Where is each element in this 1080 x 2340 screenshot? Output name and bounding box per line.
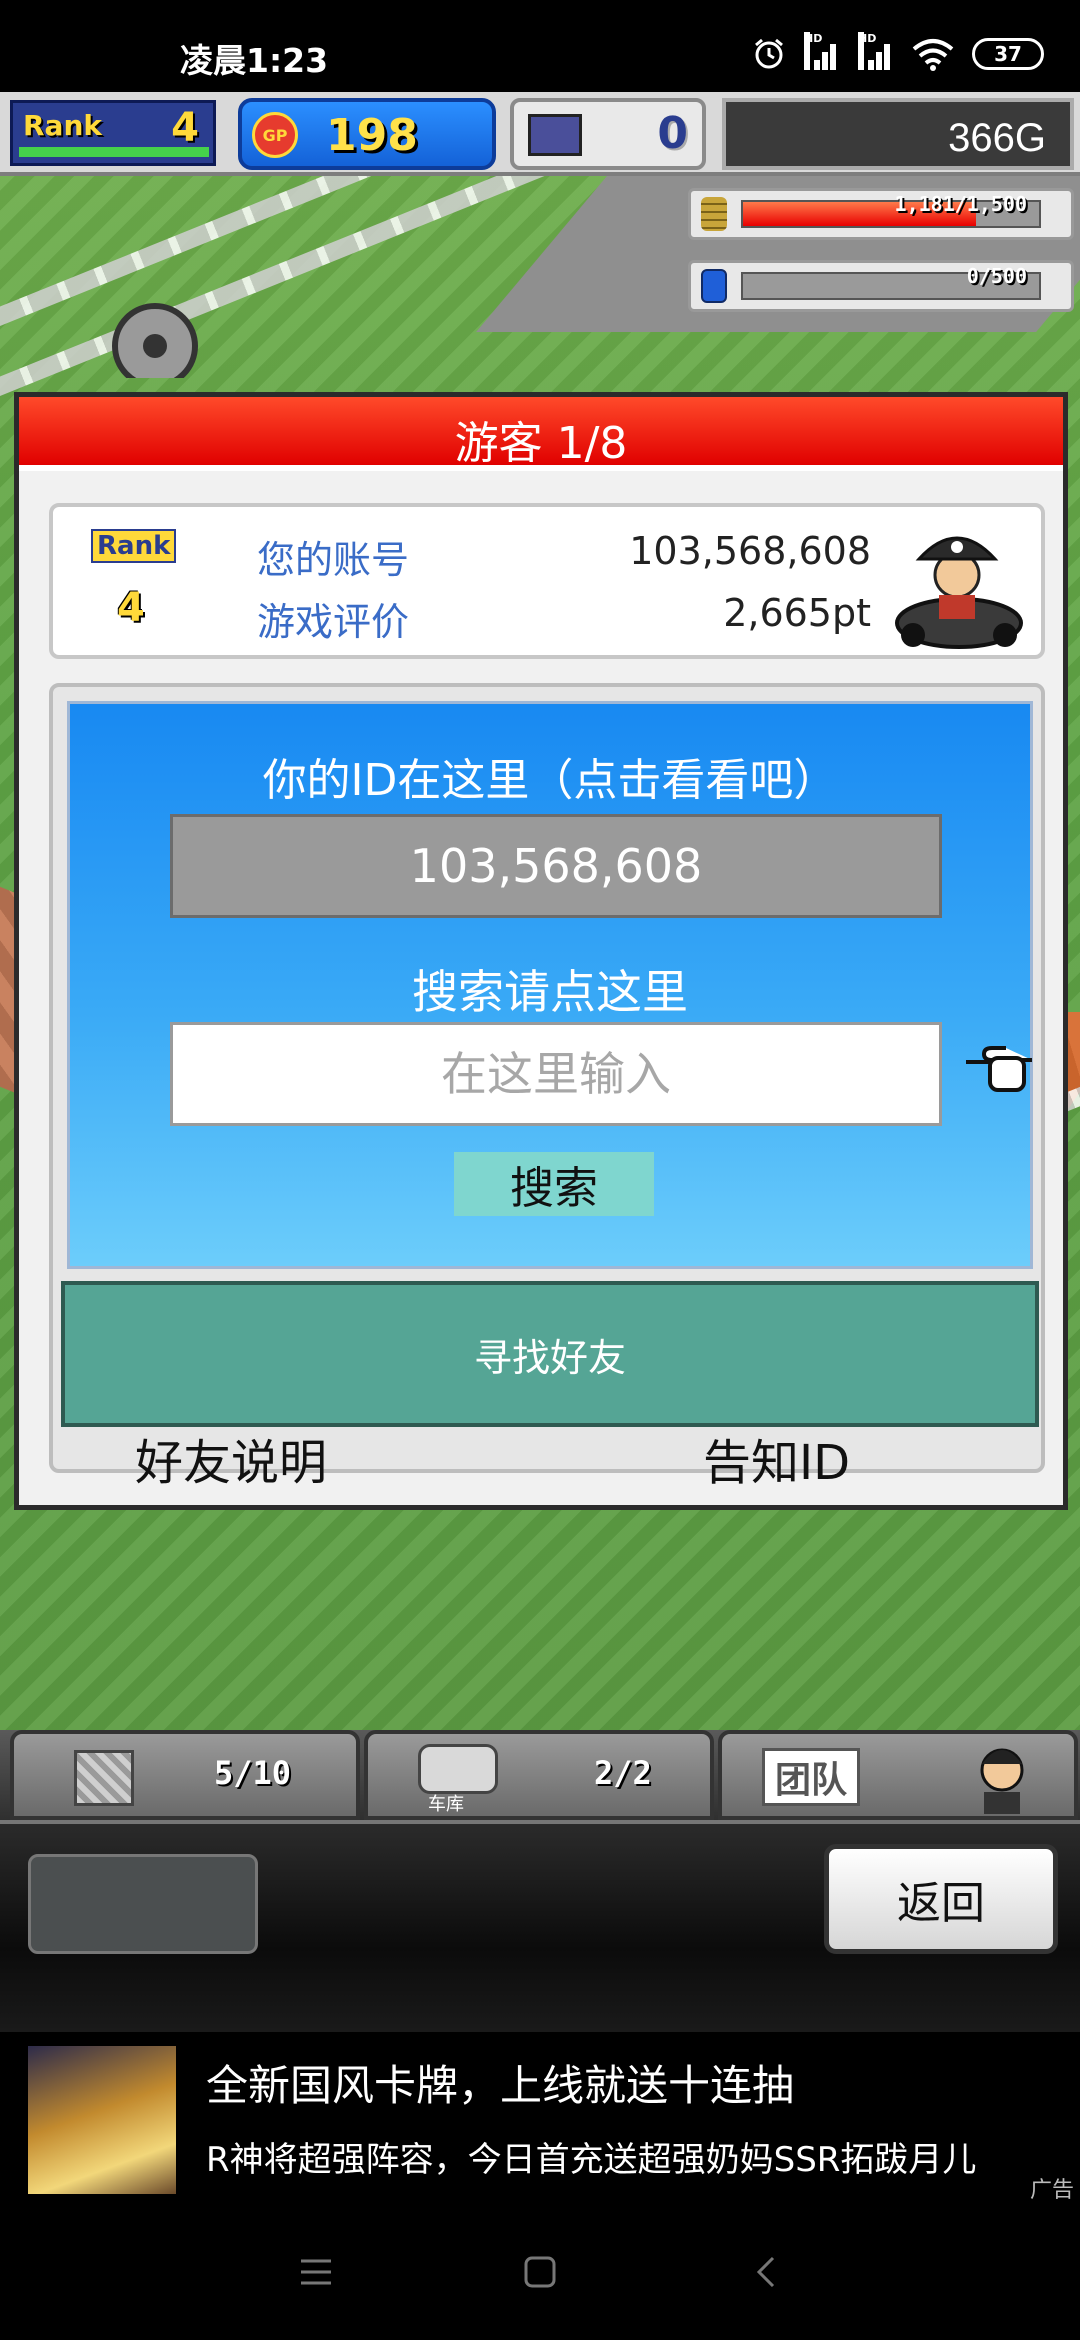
coin-meter: 1,181/1,500 <box>688 188 1074 240</box>
back-button[interactable]: 返回 <box>824 1844 1058 1954</box>
info-rank-value: 4 <box>117 585 145 631</box>
fuel-icon <box>701 269 727 303</box>
tab-team[interactable]: 团队 <box>718 1730 1078 1820</box>
signal-1-tag: HD <box>804 32 822 70</box>
empty-slot <box>28 1854 258 1954</box>
money-value: 366G <box>948 116 1046 160</box>
control-panel: 返回 <box>0 1820 1080 2032</box>
ad-description[interactable]: R神将超强阵容，今日首充送超强奶妈SSR拓跋月儿 <box>206 2132 1066 2181</box>
ad-banner[interactable]: 全新国风卡牌，上线就送十连抽 R神将超强阵容，今日首充送超强奶妈SSR拓跋月儿 … <box>0 2032 1080 2212</box>
signal-2-tag: HD <box>858 32 876 70</box>
system-nav-bar <box>0 2212 1080 2340</box>
coin-stack-icon <box>701 197 727 231</box>
status-time: 凌晨1:23 <box>180 41 329 80</box>
rating-value: 2,665pt <box>723 591 871 635</box>
find-friends-button[interactable]: 寻找好友 <box>61 1281 1039 1427</box>
research-value: 0 <box>657 108 688 159</box>
gp-counter[interactable]: GP 198 <box>238 98 496 170</box>
money-display: 366G <box>722 98 1074 170</box>
menu-icon <box>301 2259 331 2285</box>
battery-icon: 37 <box>972 38 1044 70</box>
rank-box: Rank 4 <box>10 100 216 166</box>
garage-label: 车库 <box>428 1794 464 1815</box>
computer-icon <box>528 114 582 156</box>
menu-nav-button[interactable] <box>286 2242 346 2302</box>
id-search-panel: 你的ID在这里（点击看看吧） 103,568,608 搜索请点这里 搜索 <box>67 701 1033 1269</box>
coin-meter-text: 1,181/1,500 <box>894 192 1027 216</box>
research-counter[interactable]: 0 <box>510 98 706 170</box>
search-heading: 搜索请点这里 <box>412 965 688 1019</box>
rank-progress-bar <box>19 147 209 157</box>
rank-label: Rank <box>23 109 103 142</box>
garage-car-icon <box>418 1744 498 1794</box>
back-nav-button[interactable] <box>736 2242 796 2302</box>
pirate-driver-avatar <box>895 536 1023 649</box>
info-rank-label: Rank <box>91 529 177 563</box>
ad-tag: 广告 <box>1029 2178 1074 2203</box>
search-button[interactable]: 搜索 <box>454 1152 654 1216</box>
gp-value: 198 <box>326 110 418 161</box>
modal-header: 游客 1/8 <box>19 397 1063 471</box>
visitor-modal: 游客 1/8 Rank 4 您的账号 103,568,608 游戏评价 2,66… <box>14 392 1068 1510</box>
friend-info-button[interactable]: 好友说明 <box>135 1423 327 1493</box>
crate-icon <box>74 1750 134 1806</box>
home-square-icon <box>524 2256 556 2288</box>
back-chevron-icon <box>756 2256 775 2288</box>
pointing-hand-icon <box>966 1046 1032 1092</box>
account-label: 您的账号 <box>257 538 410 582</box>
signal-1-icon: HD <box>804 32 840 70</box>
bottom-tab-bar: 5/10 车库 2/2 团队 <box>0 1730 1080 1820</box>
tab-storage[interactable]: 5/10 <box>10 1730 360 1820</box>
search-frame: 你的ID在这里（点击看看吧） 103,568,608 搜索请点这里 搜索 寻找好… <box>49 683 1045 1473</box>
wifi-icon <box>912 39 954 71</box>
rank-progress-fill <box>19 147 209 157</box>
team-label: 团队 <box>762 1748 861 1806</box>
team-member-icon <box>980 1748 1024 1814</box>
modal-title: 游客 1/8 <box>454 418 628 469</box>
account-value: 103,568,608 <box>629 529 871 573</box>
rank-value: 4 <box>171 105 199 151</box>
player-id-display[interactable]: 103,568,608 <box>170 814 942 918</box>
status-icons: HD HD 37 <box>752 32 1044 74</box>
signal-2-icon: HD <box>858 32 894 70</box>
id-heading: 你的ID在这里（点击看看吧） <box>262 755 838 806</box>
account-info-card: Rank 4 您的账号 103,568,608 游戏评价 2,665pt <box>49 503 1045 659</box>
storage-value: 5/10 <box>214 1754 292 1792</box>
ad-thumbnail[interactable] <box>28 2046 176 2194</box>
status-bar: 凌晨1:23 HD HD 37 <box>0 0 1080 92</box>
alarm-icon <box>755 38 783 69</box>
share-id-button[interactable]: 告知ID <box>703 1423 850 1493</box>
fuel-meter: 0/500 <box>688 260 1074 312</box>
ad-title[interactable]: 全新国风卡牌，上线就送十连抽 <box>206 2052 794 2113</box>
home-nav-button[interactable] <box>510 2242 570 2302</box>
rating-label: 游戏评价 <box>257 600 410 644</box>
tab-garage[interactable]: 车库 2/2 <box>364 1730 714 1820</box>
fuel-meter-text: 0/500 <box>966 264 1027 288</box>
garage-value: 2/2 <box>594 1754 652 1792</box>
steering-wheel-sprite <box>112 303 198 378</box>
gp-coin-icon: GP <box>252 112 298 158</box>
friend-id-input[interactable] <box>170 1022 942 1126</box>
